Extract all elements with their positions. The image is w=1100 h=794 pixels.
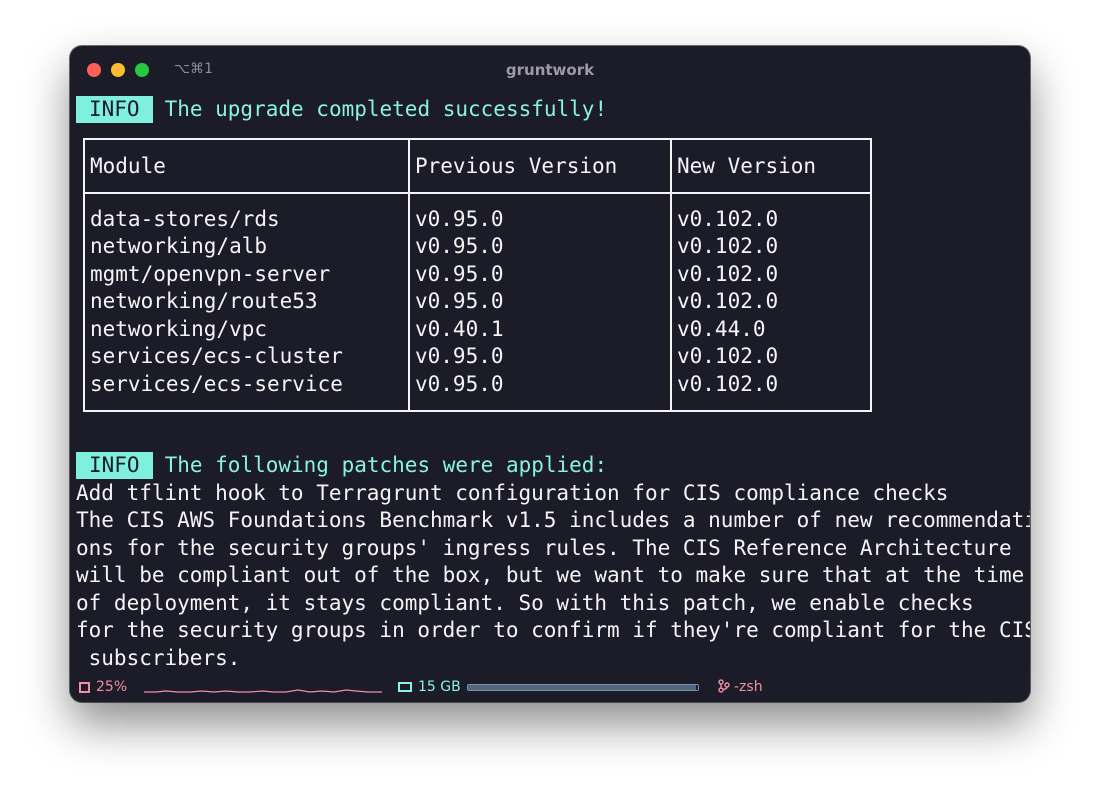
module-cell: networking/alb — [83, 233, 410, 261]
previous-version-cell: v0.95.0 — [408, 233, 672, 261]
previous-version-cell: v0.95.0 — [408, 343, 672, 371]
previous-version-cell: v0.95.0 — [408, 260, 672, 288]
shell-name: -zsh — [734, 679, 763, 695]
module-cell: networking/vpc — [83, 315, 410, 343]
terminal-window: ⌥⌘1 gruntwork INFO The upgrade completed … — [70, 46, 1030, 702]
new-version-cell: v0.102.0 — [670, 260, 872, 288]
memory-status: 15 GB — [398, 679, 461, 695]
patch-description-line: subscribers. — [76, 645, 241, 670]
table-row: networking/vpc v0.40.1 v0.44.0 — [83, 315, 872, 343]
new-version-cell: v0.44.0 — [670, 315, 872, 343]
cpu-status: 25% — [79, 679, 127, 695]
memory-usage-fill — [468, 685, 696, 690]
patch-description-line: ons for the security groups' ingress rul… — [76, 535, 1012, 560]
table-row: mgmt/openvpn-server v0.95.0 v0.102.0 — [83, 260, 872, 288]
patch-description-line: for the security groups in order to conf… — [76, 618, 1030, 642]
table-header-row: Module Previous Version New Version — [83, 137, 872, 194]
window-title: gruntwork — [505, 61, 595, 79]
column-header: Previous Version — [408, 137, 672, 194]
table-row: networking/alb v0.95.0 v0.102.0 — [83, 233, 872, 261]
upgrade-info-line: INFO The upgrade completed successfully! — [76, 96, 1026, 124]
previous-version-cell: v0.95.0 — [408, 288, 672, 316]
patches-info-line: INFO The following patches were applied: — [76, 452, 1026, 480]
patch-description-line: The CIS AWS Foundations Benchmark v1.5 i… — [76, 508, 1030, 532]
table-row: data-stores/rds v0.95.0 v0.102.0 — [83, 192, 872, 233]
title-bar: ⌥⌘1 gruntwork — [70, 46, 1030, 92]
memory-icon — [398, 682, 412, 692]
module-cell: services/ecs-service — [83, 370, 410, 412]
terminal-output[interactable]: INFO The upgrade completed successfully! … — [76, 96, 1030, 672]
new-version-cell: v0.102.0 — [670, 192, 872, 233]
module-cell: mgmt/openvpn-server — [83, 260, 410, 288]
memory-usage-bar — [467, 684, 699, 691]
module-cell: data-stores/rds — [83, 192, 410, 233]
new-version-cell: v0.102.0 — [670, 288, 872, 316]
info-message: The following patches were applied: — [164, 453, 608, 477]
info-badge: INFO — [76, 96, 153, 123]
cpu-icon — [79, 682, 90, 693]
column-header: New Version — [670, 137, 872, 194]
shell-status: -zsh — [718, 679, 763, 695]
memory-usage: 15 GB — [418, 679, 461, 695]
patch-description-line: will be compliant out of the box, but we… — [76, 563, 1025, 587]
new-version-cell: v0.102.0 — [670, 370, 872, 412]
table-row: services/ecs-service v0.95.0 v0.102.0 — [83, 370, 872, 412]
status-bar: 25% 15 GB -zsh — [70, 676, 1030, 698]
previous-version-cell: v0.95.0 — [408, 370, 672, 412]
info-badge: INFO — [76, 452, 153, 479]
table-row: networking/route53 v0.95.0 v0.102.0 — [83, 288, 872, 316]
cpu-sparkline — [144, 689, 382, 693]
module-cell: networking/route53 — [83, 288, 410, 316]
cpu-usage: 25% — [96, 679, 128, 695]
git-branch-icon — [718, 679, 730, 693]
table-row: services/ecs-cluster v0.95.0 v0.102.0 — [83, 343, 872, 371]
module-versions-table: Module Previous Version New Version data… — [83, 137, 872, 413]
column-header: Module — [83, 137, 410, 194]
info-message: The upgrade completed successfully! — [164, 97, 608, 121]
new-version-cell: v0.102.0 — [670, 233, 872, 261]
patch-description-line: of deployment, it stays compliant. So wi… — [76, 590, 974, 615]
patch-title-line: Add tflint hook to Terragrunt configurat… — [76, 480, 949, 505]
module-cell: services/ecs-cluster — [83, 343, 410, 371]
previous-version-cell: v0.40.1 — [408, 315, 672, 343]
previous-version-cell: v0.95.0 — [408, 192, 672, 233]
new-version-cell: v0.102.0 — [670, 343, 872, 371]
